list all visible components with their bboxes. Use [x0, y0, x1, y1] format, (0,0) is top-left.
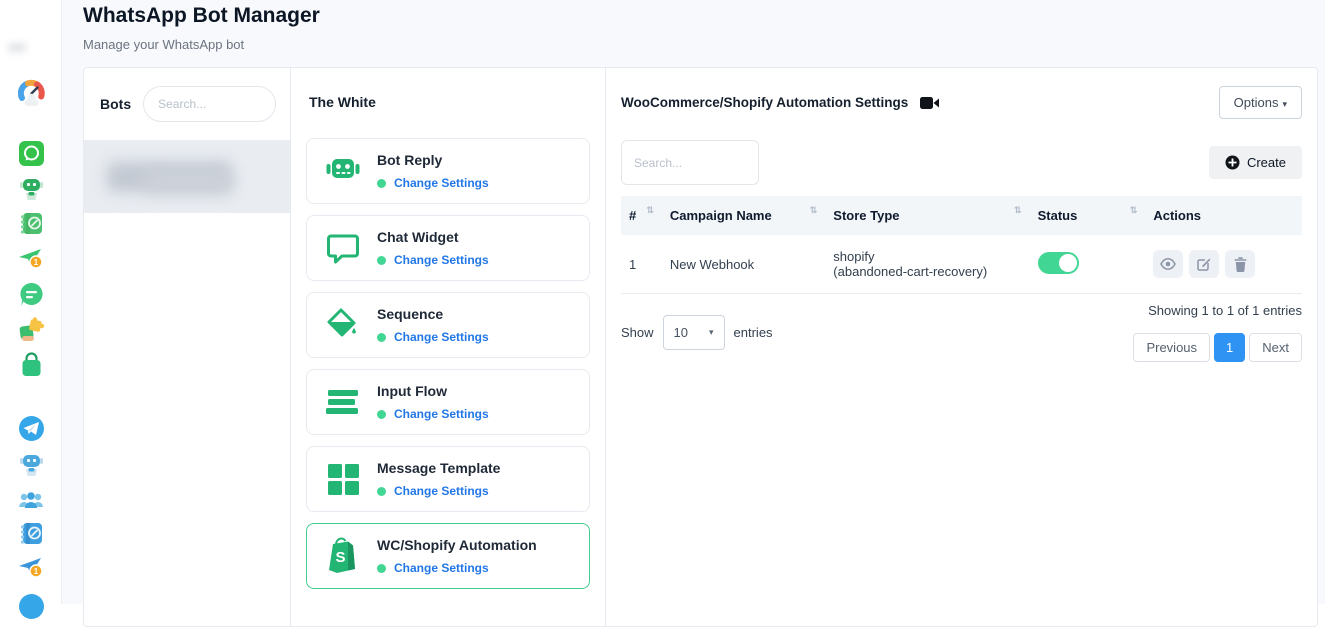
sort-icon[interactable]: ⇅: [646, 205, 654, 216]
row-num: 1: [621, 235, 662, 294]
bots-panel: Bots: [84, 68, 291, 626]
col-header-campaign: Campaign Name: [670, 208, 772, 223]
page-title: WhatsApp Bot Manager: [83, 4, 320, 28]
bot-name-title: The White: [306, 94, 590, 110]
table-row: 1 New Webhook shopify (abandoned-cart-re…: [621, 235, 1302, 294]
change-settings-link[interactable]: Change Settings: [394, 484, 489, 498]
sort-icon[interactable]: ⇅: [1014, 205, 1022, 216]
feature-card-sequence[interactable]: Sequence Change Settings: [306, 292, 590, 358]
row-store-type: shopify (abandoned-cart-recovery): [825, 235, 1029, 294]
telegram-group-icon[interactable]: [10, 487, 52, 515]
feature-card-message-template[interactable]: Message Template Change Settings: [306, 446, 590, 512]
page-size-select[interactable]: 10 ▾: [663, 315, 725, 350]
whatsapp-campaign-icon[interactable]: 1: [10, 244, 52, 272]
previous-page-button[interactable]: Previous: [1133, 333, 1210, 362]
status-dot: [377, 256, 386, 265]
features-panel: The White: [291, 68, 606, 626]
status-dot: [377, 487, 386, 496]
feature-card-list: Bot Reply Change Settings Chat Widget: [306, 138, 590, 589]
view-button[interactable]: [1153, 250, 1183, 278]
bars-icon: [323, 382, 363, 422]
chevron-down-icon: ▾: [709, 327, 714, 338]
pagination: Previous 1 Next: [1133, 333, 1302, 362]
telegram-icon[interactable]: [10, 414, 52, 442]
change-settings-link[interactable]: Change Settings: [394, 330, 489, 344]
content-card: Bots The White: [83, 67, 1318, 627]
whatsapp-contacts-icon[interactable]: [10, 209, 52, 237]
feature-label: WC/Shopify Automation: [377, 537, 537, 553]
dashboard-speedometer-icon[interactable]: [10, 78, 52, 106]
delete-button[interactable]: [1225, 250, 1255, 278]
chevron-down-icon: ▾: [1282, 99, 1287, 109]
sort-icon[interactable]: ⇅: [810, 205, 818, 216]
page-subtitle: Manage your WhatsApp bot: [83, 37, 244, 52]
feature-label: Bot Reply: [377, 152, 442, 168]
trash-icon: [1234, 257, 1247, 272]
automation-title: WooCommerce/Shopify Automation Settings: [621, 95, 908, 110]
next-page-button[interactable]: Next: [1249, 333, 1302, 362]
col-header-num: #: [629, 208, 636, 223]
col-header-actions: Actions: [1153, 208, 1201, 223]
bots-title: Bots: [100, 96, 131, 112]
partial-icon[interactable]: [10, 592, 52, 620]
status-dot: [377, 179, 386, 188]
change-settings-link[interactable]: Change Settings: [394, 407, 489, 421]
feature-card-chat-widget[interactable]: Chat Widget Change Settings: [306, 215, 590, 281]
automation-table: # ⇅ Campaign Name ⇅ Store Type ⇅ Status ⇅ Ac…: [621, 196, 1302, 294]
bots-search-input[interactable]: [143, 86, 276, 122]
edit-icon: [1197, 257, 1211, 271]
automation-panel: WooCommerce/Shopify Automation Settings …: [606, 68, 1317, 626]
col-header-store: Store Type: [833, 208, 899, 223]
icon-sidebar: 1: [0, 0, 62, 604]
grid-icon: [323, 459, 363, 499]
paint-bucket-icon: [323, 305, 363, 345]
status-toggle[interactable]: [1038, 252, 1079, 274]
status-dot: [377, 410, 386, 419]
eye-icon: [1160, 258, 1176, 270]
status-dot: [377, 564, 386, 573]
telegram-campaign-icon[interactable]: 1: [10, 553, 52, 581]
page-1-button[interactable]: 1: [1214, 333, 1245, 362]
create-button[interactable]: Create: [1209, 146, 1302, 179]
shop-icon[interactable]: [10, 350, 52, 378]
feature-label: Chat Widget: [377, 229, 459, 245]
faded-logo: [8, 44, 26, 51]
change-settings-link[interactable]: Change Settings: [394, 176, 489, 190]
chat-icon[interactable]: [10, 280, 52, 308]
feature-card-bot-reply[interactable]: Bot Reply Change Settings: [306, 138, 590, 204]
shopify-icon: S: [323, 536, 363, 576]
feature-card-input-flow[interactable]: Input Flow Change Settings: [306, 369, 590, 435]
options-button[interactable]: Options▾: [1219, 86, 1302, 119]
plus-circle-icon: [1225, 155, 1240, 170]
svg-text:1: 1: [34, 258, 39, 267]
change-settings-link[interactable]: Change Settings: [394, 561, 489, 575]
feature-label: Input Flow: [377, 383, 447, 399]
main-area: WhatsApp Bot Manager Manage your WhatsAp…: [62, 0, 1325, 604]
table-header-row: # ⇅ Campaign Name ⇅ Store Type ⇅ Status ⇅ Ac…: [621, 196, 1302, 235]
row-campaign-name: New Webhook: [662, 235, 825, 294]
bot-list-item-selected[interactable]: [84, 140, 290, 213]
robot-icon: [323, 151, 363, 191]
svg-text:1: 1: [34, 567, 39, 576]
feature-label: Message Template: [377, 460, 500, 476]
telegram-bot-icon[interactable]: [10, 450, 52, 478]
chat-bubble-icon: [323, 228, 363, 268]
telegram-contacts-icon[interactable]: [10, 519, 52, 547]
svg-text:S: S: [335, 549, 345, 566]
video-tutorial-icon[interactable]: [920, 96, 940, 110]
feature-card-wc-shopify-automation[interactable]: S WC/Shopify Automation Change Settings: [306, 523, 590, 589]
edit-button[interactable]: [1189, 250, 1219, 278]
integration-icon[interactable]: [10, 315, 52, 343]
sort-icon[interactable]: ⇅: [1130, 205, 1138, 216]
table-search-input[interactable]: [621, 140, 759, 185]
show-label: Show: [621, 325, 654, 340]
showing-entries-text: Showing 1 to 1 of 1 entries: [1133, 303, 1302, 318]
whatsapp-bot-icon[interactable]: [10, 174, 52, 202]
change-settings-link[interactable]: Change Settings: [394, 253, 489, 267]
whatsapp-icon[interactable]: [10, 139, 52, 167]
entries-label: entries: [734, 325, 773, 340]
feature-label: Sequence: [377, 306, 443, 322]
status-dot: [377, 333, 386, 342]
col-header-status: Status: [1038, 208, 1078, 223]
